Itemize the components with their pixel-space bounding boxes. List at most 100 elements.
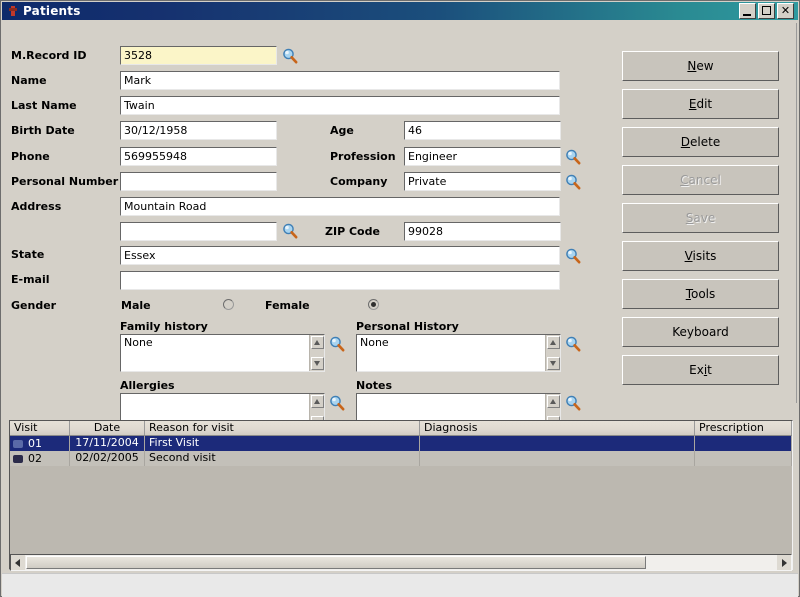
grid-horizontal-scrollbar[interactable] — [10, 554, 792, 571]
button-cancel: Cancel — [622, 165, 779, 195]
phone-input[interactable] — [120, 147, 277, 166]
allergies-label: Allergies — [120, 379, 175, 392]
minimize-button[interactable] — [739, 3, 756, 19]
personal-number-input[interactable] — [120, 172, 277, 191]
scroll-down-icon[interactable] — [547, 357, 560, 370]
notes-search-icon[interactable] — [564, 394, 582, 412]
title-bar[interactable]: Patients ✕ — [2, 2, 798, 20]
address-search-icon[interactable] — [281, 222, 299, 240]
cell-prescription — [695, 436, 792, 451]
last-name-input[interactable] — [120, 96, 560, 115]
age-input[interactable] — [404, 121, 561, 140]
personal-history-scrollbar[interactable] — [545, 335, 560, 371]
personal-history-textarea[interactable]: None — [356, 334, 561, 372]
grid-header-visit[interactable]: Visit — [10, 421, 70, 435]
scroll-left-icon[interactable] — [11, 555, 25, 570]
zip-code-input[interactable] — [404, 222, 561, 241]
gender-radio-male[interactable] — [223, 299, 234, 310]
label-mrecord-id: M.Record ID — [11, 49, 87, 62]
company-input[interactable] — [404, 172, 561, 191]
scroll-right-icon[interactable] — [777, 555, 791, 570]
button-tools[interactable]: Tools — [622, 279, 779, 309]
profession-input[interactable] — [404, 147, 561, 166]
cell-reason-for-visit: First Visit — [145, 436, 420, 451]
label-name: Name — [11, 74, 47, 87]
label-email: E-mail — [11, 273, 50, 286]
personal-history-group: Personal History None — [356, 320, 561, 372]
button-exit[interactable]: Exit — [622, 355, 779, 385]
label-profession: Profession — [330, 150, 396, 163]
action-button-column: New Edit Delete Cancel Save Visits Tools Keyboa… — [622, 51, 779, 393]
email-input[interactable] — [120, 271, 560, 290]
notes-label: Notes — [356, 379, 393, 392]
mrecord-id-search-icon[interactable] — [281, 47, 299, 65]
birth-date-input[interactable] — [120, 121, 277, 140]
personal-history-search-icon[interactable] — [564, 335, 582, 353]
allergies-search-icon[interactable] — [328, 394, 346, 412]
button-save: Save — [622, 203, 779, 233]
label-last-name: Last Name — [11, 99, 77, 112]
cell-diagnosis — [420, 436, 695, 451]
maximize-button[interactable] — [758, 3, 775, 19]
gender-option-male-label: Male — [121, 299, 151, 312]
label-zip-code: ZIP Code — [325, 225, 380, 238]
close-button[interactable]: ✕ — [777, 3, 794, 19]
window-controls: ✕ — [739, 3, 794, 19]
family-history-search-icon[interactable] — [328, 335, 346, 353]
address-lookup-input[interactable] — [120, 222, 277, 241]
button-keyboard[interactable]: Keyboard — [622, 317, 779, 347]
cell-diagnosis — [420, 451, 695, 466]
visit-number: 02 — [28, 451, 42, 465]
mrecord-id-input[interactable] — [120, 46, 277, 65]
scroll-up-icon[interactable] — [547, 395, 560, 408]
visit-record-icon — [13, 454, 23, 463]
app-icon — [6, 4, 20, 18]
table-row[interactable]: 01 17/11/2004 First Visit — [10, 436, 792, 451]
label-company: Company — [330, 175, 388, 188]
cell-date: 17/11/2004 — [70, 436, 145, 451]
cell-reason-for-visit: Second visit — [145, 451, 420, 466]
family-history-value: None — [124, 336, 153, 349]
patients-window: Patients ✕ M.Record ID Name Last Name Bi… — [0, 0, 800, 597]
family-history-scrollbar[interactable] — [309, 335, 324, 371]
cell-visit: 02 — [10, 451, 70, 466]
profession-search-icon[interactable] — [564, 148, 582, 166]
cell-visit: 01 — [10, 436, 70, 451]
address-input[interactable] — [120, 197, 560, 216]
family-history-group: Family history None — [120, 320, 325, 372]
label-personal-number: Personal Number — [11, 175, 119, 188]
grid-header-date[interactable]: Date — [70, 421, 145, 435]
family-history-label: Family history — [120, 320, 208, 333]
button-edit[interactable]: Edit — [622, 89, 779, 119]
label-state: State — [11, 248, 45, 261]
state-input[interactable] — [120, 246, 560, 265]
scroll-up-icon[interactable] — [311, 336, 324, 349]
status-bar — [2, 573, 798, 597]
family-history-textarea[interactable]: None — [120, 334, 325, 372]
panel-divider — [796, 23, 797, 403]
grid-body[interactable]: 01 17/11/2004 First Visit 02 02/02/2005 Secon… — [10, 436, 792, 466]
visit-number: 01 — [28, 436, 42, 450]
label-gender: Gender — [11, 299, 57, 312]
grid-header-reason-for-visit[interactable]: Reason for visit — [145, 421, 420, 435]
gender-radio-female[interactable] — [368, 299, 379, 310]
visits-grid[interactable]: Visit Date Reason for visit Diagnosis Prescr… — [9, 420, 793, 570]
company-search-icon[interactable] — [564, 173, 582, 191]
scroll-down-icon[interactable] — [311, 357, 324, 370]
table-row[interactable]: 02 02/02/2005 Second visit — [10, 451, 792, 466]
button-visits[interactable]: Visits — [622, 241, 779, 271]
personal-history-label: Personal History — [356, 320, 459, 333]
scroll-up-icon[interactable] — [547, 336, 560, 349]
grid-header-diagnosis[interactable]: Diagnosis — [420, 421, 695, 435]
scroll-thumb[interactable] — [26, 556, 646, 569]
scroll-up-icon[interactable] — [311, 395, 324, 408]
visit-record-icon — [13, 439, 23, 448]
personal-history-value: None — [360, 336, 389, 349]
name-input[interactable] — [120, 71, 560, 90]
grid-header-prescription[interactable]: Prescription — [695, 421, 792, 435]
cell-date: 02/02/2005 — [70, 451, 145, 466]
button-delete[interactable]: Delete — [622, 127, 779, 157]
state-search-icon[interactable] — [564, 247, 582, 265]
button-new[interactable]: New — [622, 51, 779, 81]
label-birth-date: Birth Date — [11, 124, 75, 137]
